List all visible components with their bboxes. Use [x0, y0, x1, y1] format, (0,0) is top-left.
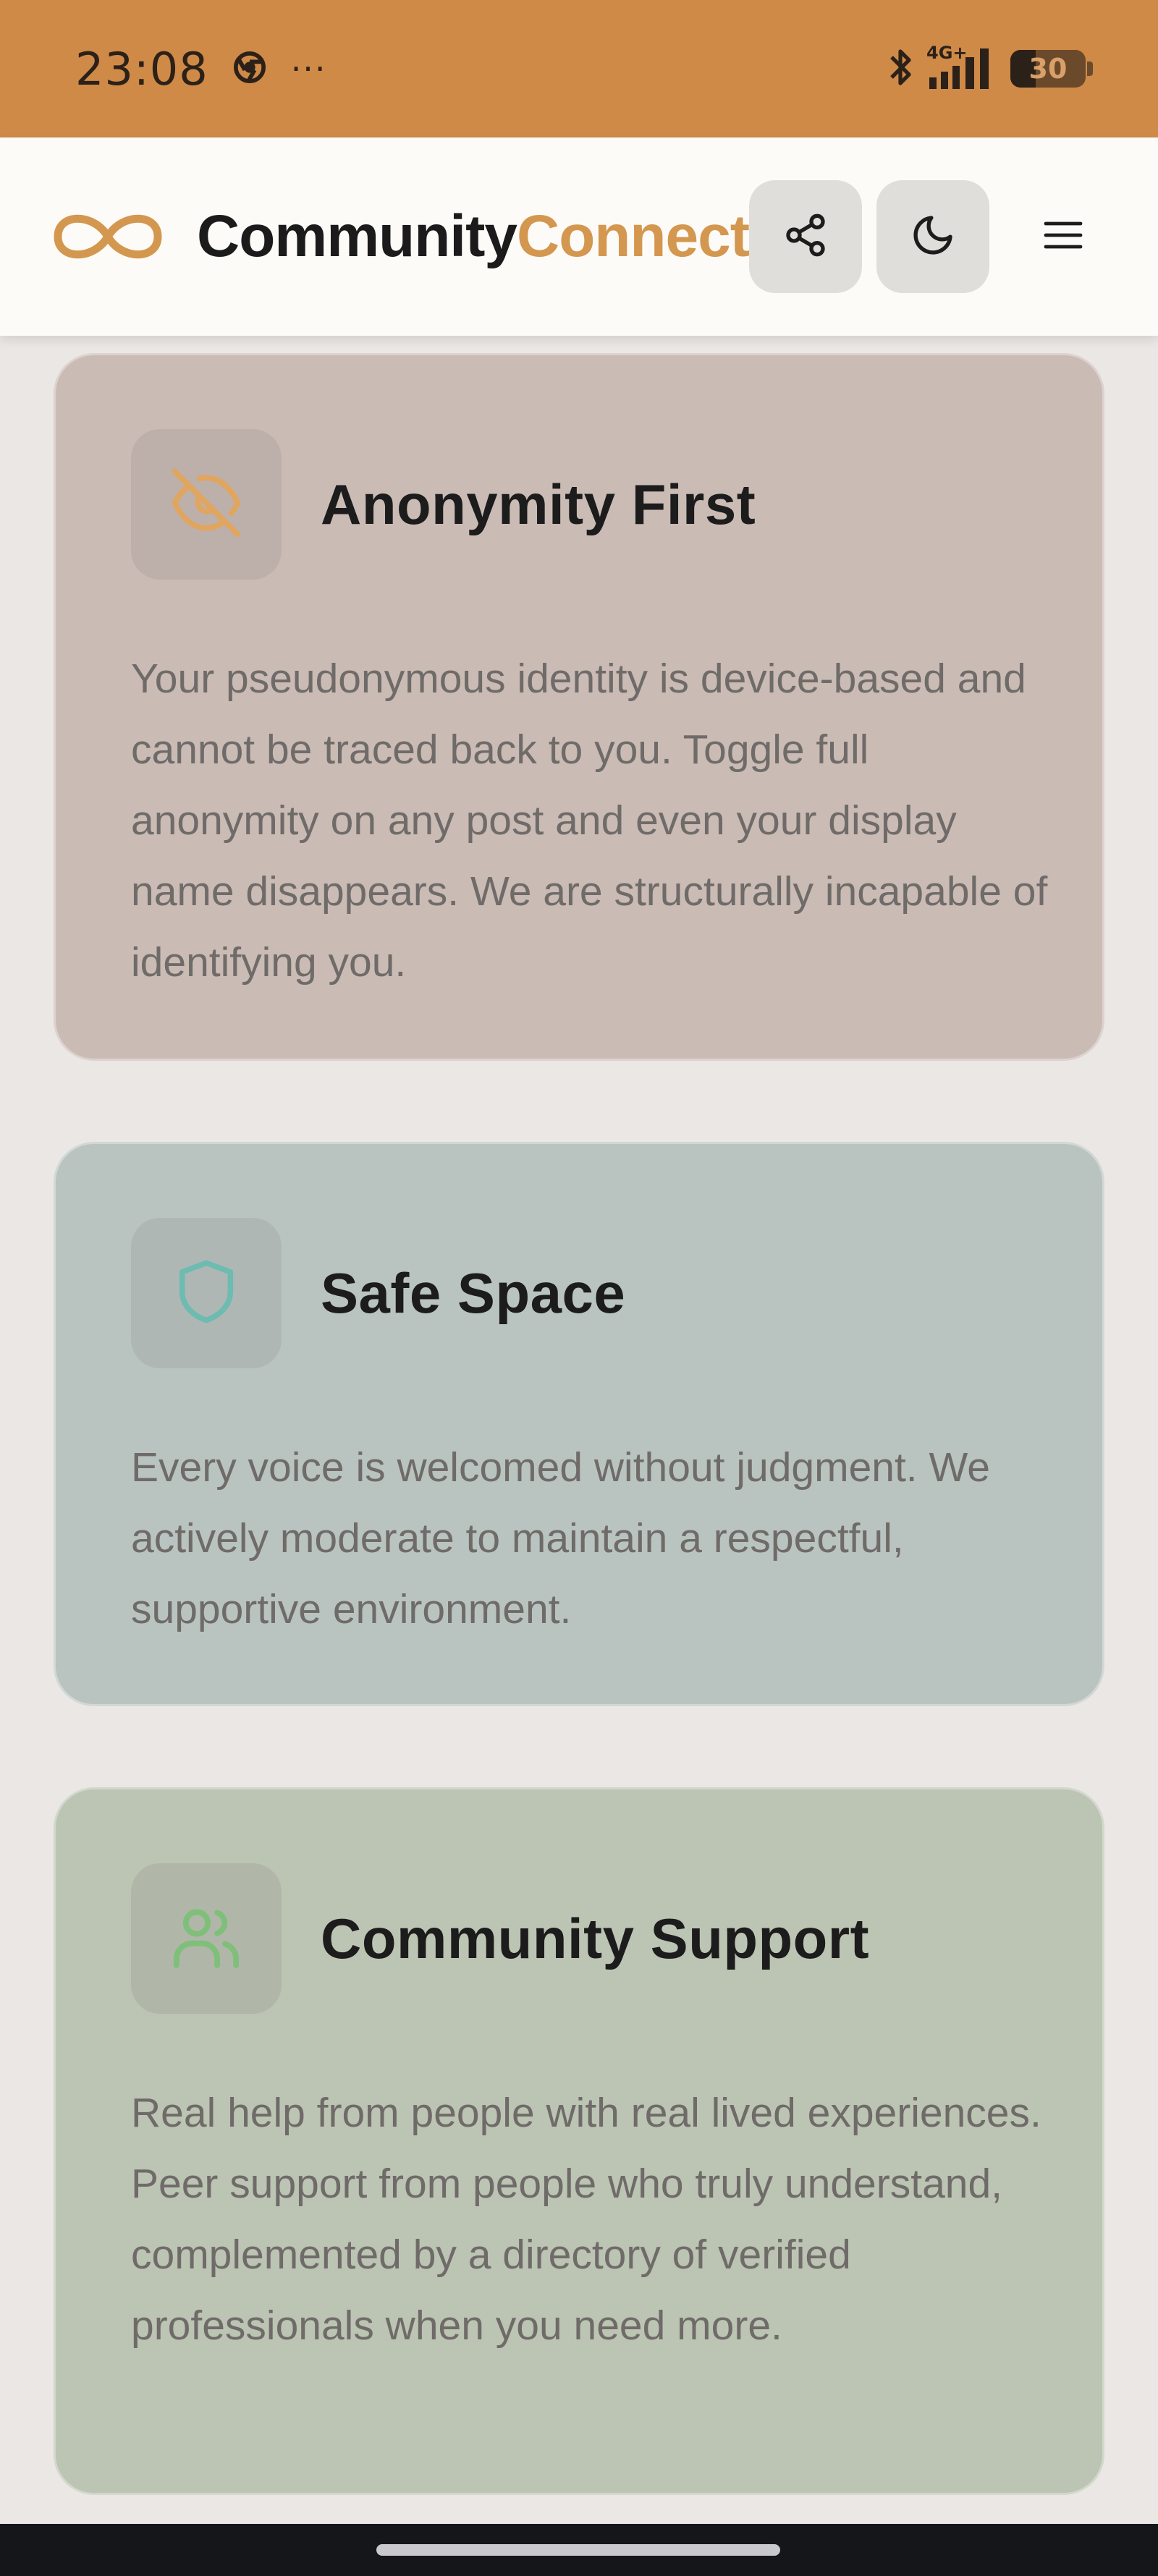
battery-level: 30	[1028, 53, 1068, 85]
card-title: Anonymity First	[321, 472, 756, 536]
home-indicator[interactable]	[376, 2544, 780, 2556]
share-button[interactable]	[749, 180, 862, 293]
hamburger-menu-icon	[1041, 218, 1085, 255]
card-header: Anonymity First	[131, 429, 1027, 580]
status-bar: 23:08 ··· 4G+ 30	[0, 0, 1158, 137]
feature-card-anonymity: Anonymity First Your pseudonymous identi…	[54, 353, 1104, 1061]
brand-name[interactable]: CommunityConnect	[197, 203, 750, 271]
share-icon	[782, 212, 829, 261]
brand-part-community: Community	[197, 203, 517, 269]
feature-card-safe-space: Safe Space Every voice is welcomed witho…	[54, 1142, 1104, 1706]
card-description: Every voice is welcomed without judgment…	[131, 1444, 990, 1632]
notification-overflow-icon: ···	[290, 49, 327, 88]
status-left: 23:08 ···	[75, 43, 327, 96]
shield-icon	[170, 1255, 242, 1331]
card-description: Your pseudonymous identity is device-bas…	[131, 656, 1048, 986]
users-icon	[169, 1899, 244, 1978]
system-navigation-bar	[0, 2524, 1158, 2576]
status-time: 23:08	[75, 42, 208, 96]
card-icon-tile	[131, 429, 282, 580]
infinity-logo-icon[interactable]	[51, 206, 165, 268]
theme-toggle-button[interactable]	[876, 180, 989, 293]
card-description: Real help from people with real lived ex…	[131, 2090, 1041, 2349]
battery-icon: 30	[1010, 50, 1093, 88]
card-icon-tile	[131, 1218, 282, 1368]
card-header: Safe Space	[131, 1218, 1027, 1368]
eye-off-icon	[169, 465, 244, 543]
chrome-icon	[233, 51, 266, 87]
brand-part-connect: Connect	[517, 203, 750, 269]
status-right: 4G+ 30	[886, 43, 1093, 93]
app-header: CommunityConnect	[0, 137, 1158, 336]
header-actions	[749, 180, 1120, 293]
card-title: Safe Space	[321, 1261, 626, 1325]
card-title: Community Support	[321, 1906, 870, 1970]
card-header: Community Support	[131, 1863, 1027, 2014]
moon-icon	[910, 212, 956, 261]
signal-icon: 4G+	[926, 43, 999, 92]
bluetooth-icon	[886, 44, 915, 93]
menu-button[interactable]	[1007, 180, 1120, 293]
feature-card-community-support: Community Support Real help from people …	[54, 1787, 1104, 2495]
card-icon-tile	[131, 1863, 282, 2014]
